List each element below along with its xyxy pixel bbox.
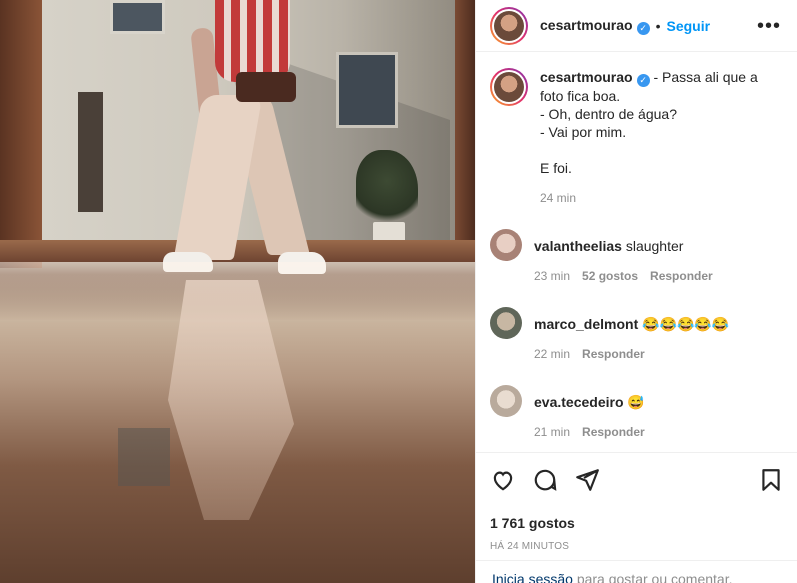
- photo-frame: [455, 0, 475, 260]
- verified-icon: ✓: [636, 74, 650, 87]
- photo-plant: [356, 150, 418, 228]
- comment-time[interactable]: 23 min: [534, 267, 570, 285]
- login-prompt: Inicia sessão para gostar ou comentar.: [476, 560, 797, 583]
- save-icon[interactable]: [758, 467, 784, 493]
- photo-bag: [236, 72, 296, 102]
- separator-dot: •: [655, 17, 661, 34]
- share-icon[interactable]: [574, 467, 600, 493]
- author-username[interactable]: cesartmourao ✓: [540, 17, 650, 35]
- comment-username[interactable]: eva.tecedeiro: [534, 394, 624, 410]
- post-panel: cesartmourao ✓ • Seguir ••• cesartmourao ✓…: [475, 0, 797, 583]
- reply-button[interactable]: Responder: [582, 423, 645, 441]
- author-avatar[interactable]: [490, 68, 528, 106]
- comments-list[interactable]: cesartmourao ✓ - Passa ali que a foto fic…: [476, 52, 797, 452]
- likes-count[interactable]: 1 761 gostos: [490, 515, 784, 531]
- follow-button[interactable]: Seguir: [667, 18, 711, 34]
- comment-text: 😅: [627, 394, 645, 410]
- post-actions: 1 761 gostos HÁ 24 MINUTOS: [476, 452, 797, 552]
- more-icon[interactable]: •••: [757, 16, 781, 36]
- comment-icon[interactable]: [532, 467, 558, 493]
- comment-item: eva.tecedeiro 😅 21 min Responder: [490, 385, 782, 441]
- comment-username[interactable]: marco_delmont: [534, 316, 638, 332]
- photo-sweater: [215, 0, 290, 82]
- caption-text: - Passa ali que a foto fica boa. - Oh, d…: [540, 69, 758, 176]
- caption-time[interactable]: 24 min: [540, 189, 576, 207]
- verified-icon: ✓: [636, 21, 650, 35]
- photo-window: [336, 52, 398, 128]
- comment-username[interactable]: valantheelias: [534, 238, 622, 254]
- comment-time[interactable]: 22 min: [534, 345, 570, 363]
- comment-text: slaughter: [625, 238, 684, 254]
- commenter-avatar[interactable]: [490, 307, 522, 339]
- heart-icon[interactable]: [490, 467, 516, 493]
- comment-likes[interactable]: 52 gostos: [582, 267, 638, 285]
- login-link[interactable]: Inicia sessão: [492, 571, 573, 583]
- caption-username[interactable]: cesartmourao: [540, 69, 633, 85]
- commenter-avatar[interactable]: [490, 385, 522, 417]
- reply-button[interactable]: Responder: [650, 267, 713, 285]
- comment-text: 😂😂😂😂😂: [642, 316, 730, 332]
- photo-window: [110, 0, 165, 34]
- comment-item: valantheelias slaughter 23 min 52 gostos…: [490, 229, 782, 285]
- login-text: para gostar ou comentar.: [572, 571, 733, 583]
- post-photo[interactable]: [0, 0, 475, 583]
- comment-time[interactable]: 21 min: [534, 423, 570, 441]
- photo-sill: [0, 240, 475, 262]
- photo-frame: [0, 0, 42, 268]
- author-avatar[interactable]: [490, 6, 528, 45]
- caption: cesartmourao ✓ - Passa ali que a foto fic…: [490, 68, 782, 207]
- post-timestamp[interactable]: HÁ 24 MINUTOS: [490, 541, 784, 552]
- commenter-avatar[interactable]: [490, 229, 522, 261]
- photo-reflection-window: [118, 428, 170, 486]
- post-header: cesartmourao ✓ • Seguir •••: [476, 0, 797, 52]
- reply-button[interactable]: Responder: [582, 345, 645, 363]
- comment-item: marco_delmont 😂😂😂😂😂 22 min Responder: [490, 307, 782, 363]
- photo-door: [78, 92, 103, 212]
